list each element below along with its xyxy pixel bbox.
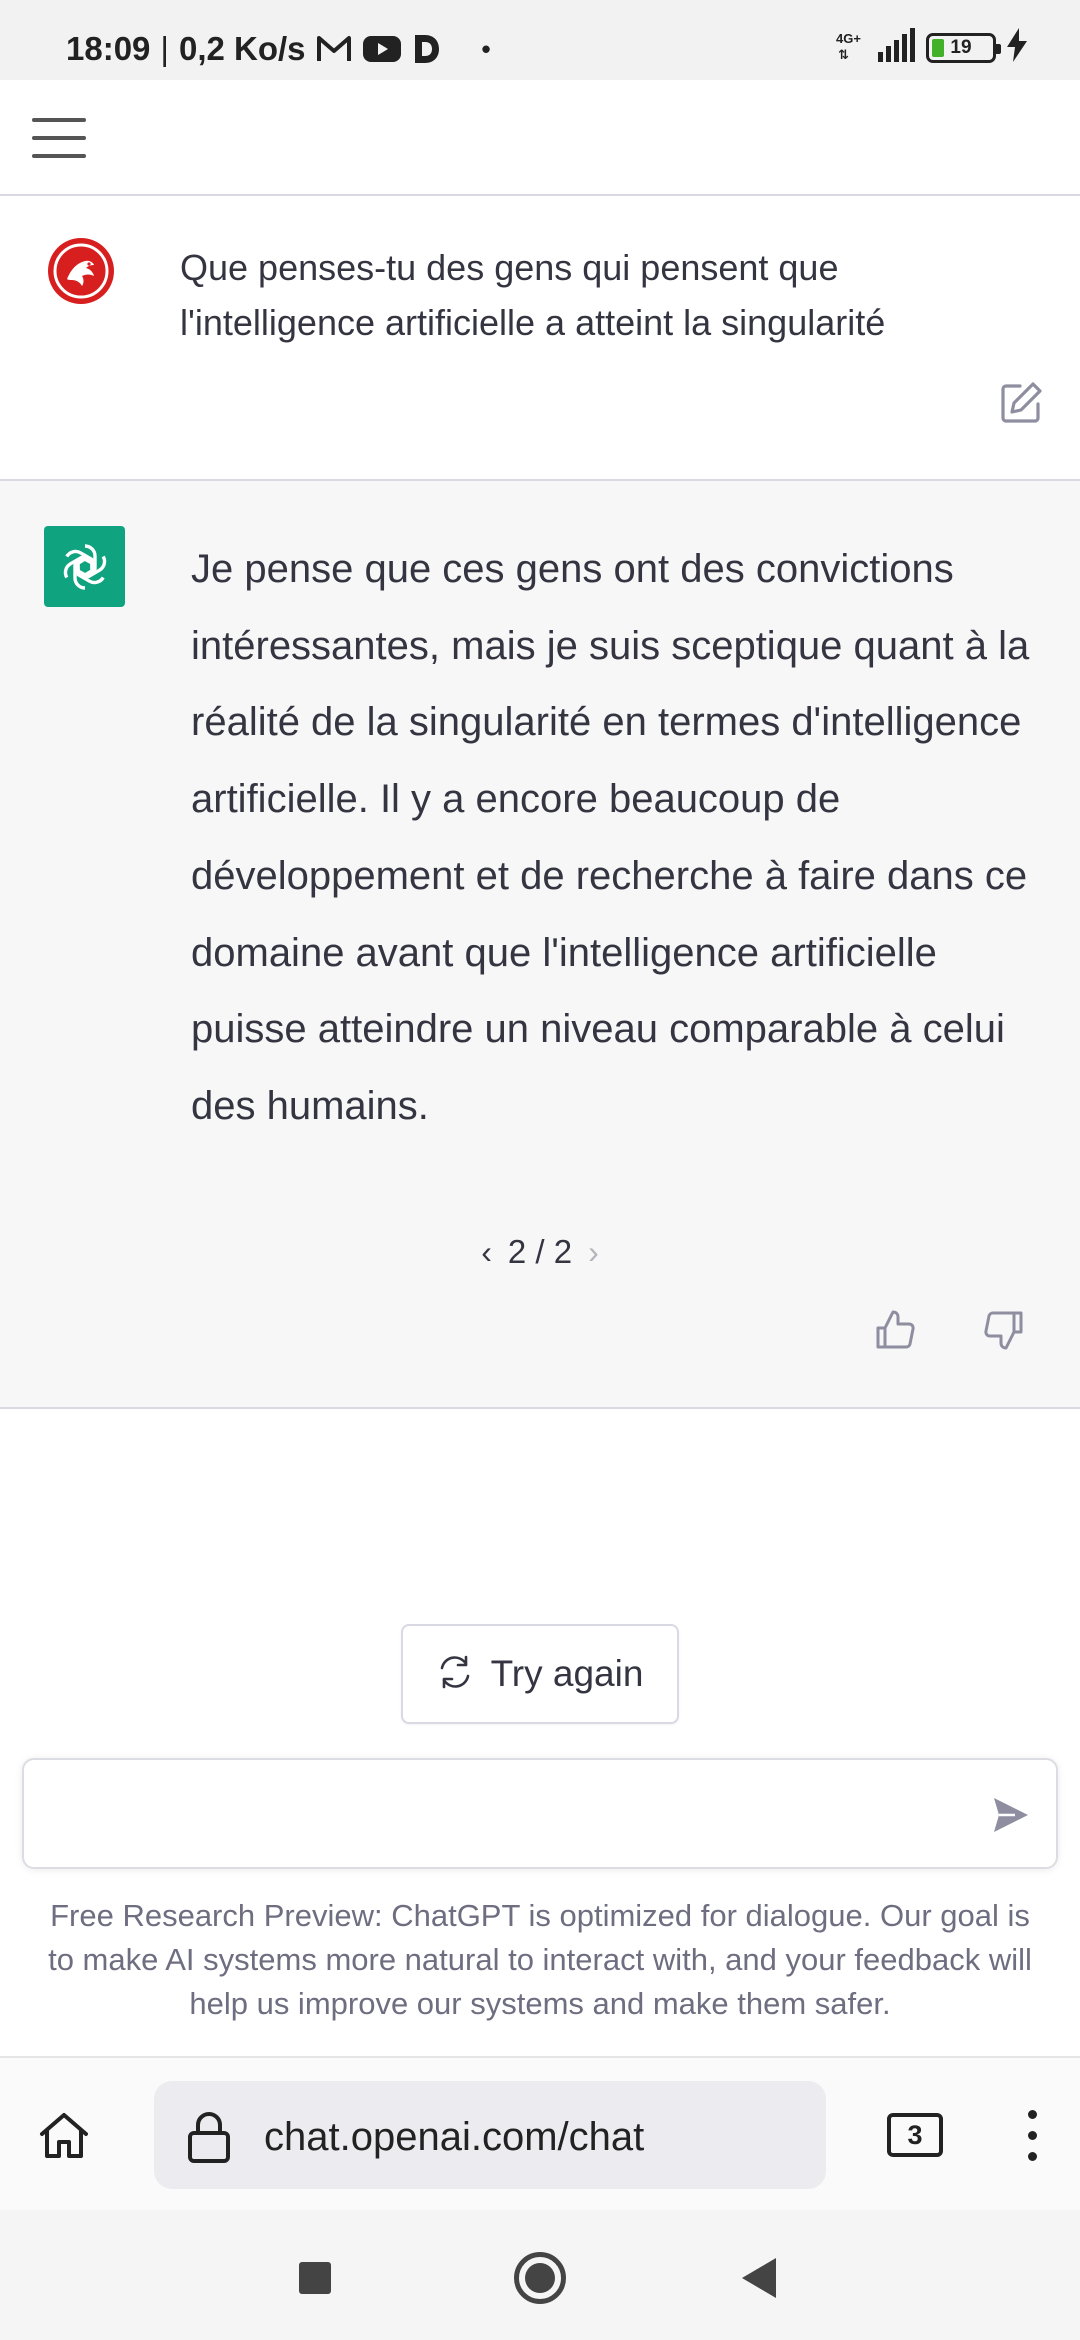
youtube-icon [362, 34, 402, 64]
refresh-icon [437, 1654, 473, 1695]
assistant-message-text: Je pense que ces gens ont des conviction… [191, 547, 1030, 1128]
next-response-button[interactable]: › [588, 1234, 599, 1271]
top-nav [0, 80, 1080, 196]
status-bar: 18:09 | 0,2 Ko/s • 4G+ ⇅ 19 [0, 0, 1080, 80]
openai-logo-icon [44, 526, 125, 607]
android-nav-bar [0, 2210, 1080, 2340]
assistant-message: Je pense que ces gens ont des conviction… [0, 481, 1080, 1409]
home-icon[interactable] [36, 2108, 92, 2164]
battery-level: 19 [950, 36, 972, 58]
d-app-icon [412, 33, 442, 65]
more-options-icon[interactable] [1022, 2108, 1042, 2164]
response-pager: ‹ 2 / 2 › [0, 1233, 1080, 1271]
home-button[interactable] [514, 2252, 566, 2304]
network-type: 4G+ ⇅ [836, 30, 861, 62]
url-text: chat.openai.com/chat [264, 2115, 645, 2159]
back-button[interactable] [742, 2258, 776, 2298]
thumbs-up-icon[interactable] [872, 1307, 918, 1353]
disclaimer-text: Free Research Preview: ChatGPT is optimi… [48, 1898, 1032, 2021]
try-again-label: Try again [490, 1653, 644, 1694]
chat-input[interactable] [52, 1780, 972, 1850]
gmail-icon [316, 34, 352, 64]
charging-icon [1006, 28, 1028, 67]
browser-toolbar: chat.openai.com/chat 3 [0, 2056, 1080, 2210]
chat-input-container [22, 1758, 1058, 1869]
address-bar[interactable]: chat.openai.com/chat [154, 2081, 826, 2189]
previous-response-button[interactable]: ‹ [481, 1234, 492, 1271]
hamburger-menu-icon[interactable] [32, 118, 86, 158]
response-counter: 2 / 2 [507, 1233, 573, 1270]
battery-icon: 19 [926, 32, 1001, 63]
notification-dot: • [481, 33, 491, 64]
network-speed: 0,2 Ko/s [178, 30, 306, 67]
user-message: Que penses-tu des gens qui pensent que l… [0, 198, 1080, 481]
clock: 18:09 [66, 30, 151, 67]
try-again-button[interactable]: Try again [401, 1624, 679, 1724]
send-icon[interactable] [990, 1794, 1032, 1836]
signal-icon [876, 28, 916, 67]
recents-button[interactable] [299, 2262, 331, 2294]
status-bar-right: 4G+ ⇅ 19 [836, 28, 1028, 67]
thumbs-down-icon[interactable] [981, 1307, 1027, 1353]
user-avatar [48, 238, 114, 304]
edit-icon[interactable] [998, 380, 1044, 426]
tab-switcher-button[interactable]: 3 [887, 2113, 943, 2157]
lock-icon [184, 2109, 234, 2165]
status-separator: | [160, 30, 169, 67]
status-bar-left: 18:09 | 0,2 Ko/s • [66, 30, 491, 68]
user-message-text: Que penses-tu des gens qui pensent que l… [180, 247, 886, 343]
